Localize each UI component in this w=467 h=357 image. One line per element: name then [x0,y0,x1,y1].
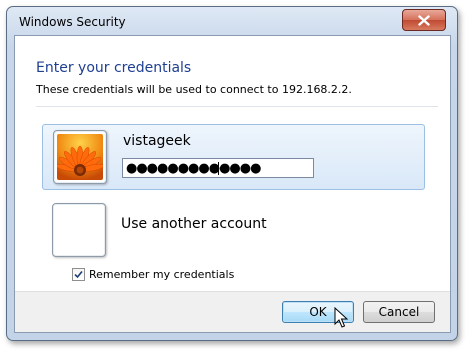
close-icon [418,14,430,26]
credentials-dialog: Windows Security Enter your credentials … [6,6,458,341]
page-title: Enter your credentials [36,60,192,76]
description-text: These credentials will be used to connec… [36,83,352,96]
account-tile-vistageek[interactable]: vistageek [42,124,425,190]
remember-credentials-row[interactable]: Remember my credentials [72,268,234,281]
separator [36,106,438,107]
button-bar: OK Cancel [15,291,450,332]
blank-user-tile-icon[interactable] [52,203,106,257]
window-title: Windows Security [19,15,126,29]
remember-label: Remember my credentials [89,268,235,281]
text-caret [218,162,219,175]
use-another-account-label: Use another account [121,216,267,232]
remember-checkbox[interactable] [72,268,85,281]
close-button[interactable] [402,9,446,31]
username-label: vistageek [123,133,191,149]
title-bar[interactable]: Windows Security [7,7,457,37]
user-avatar[interactable] [53,130,107,184]
cancel-button[interactable]: Cancel [363,301,435,323]
mouse-pointer-icon [334,307,348,328]
orange-flower-icon [57,134,103,180]
dialog-body: Enter your credentials These credentials… [14,35,451,333]
checkmark-icon [74,270,83,279]
